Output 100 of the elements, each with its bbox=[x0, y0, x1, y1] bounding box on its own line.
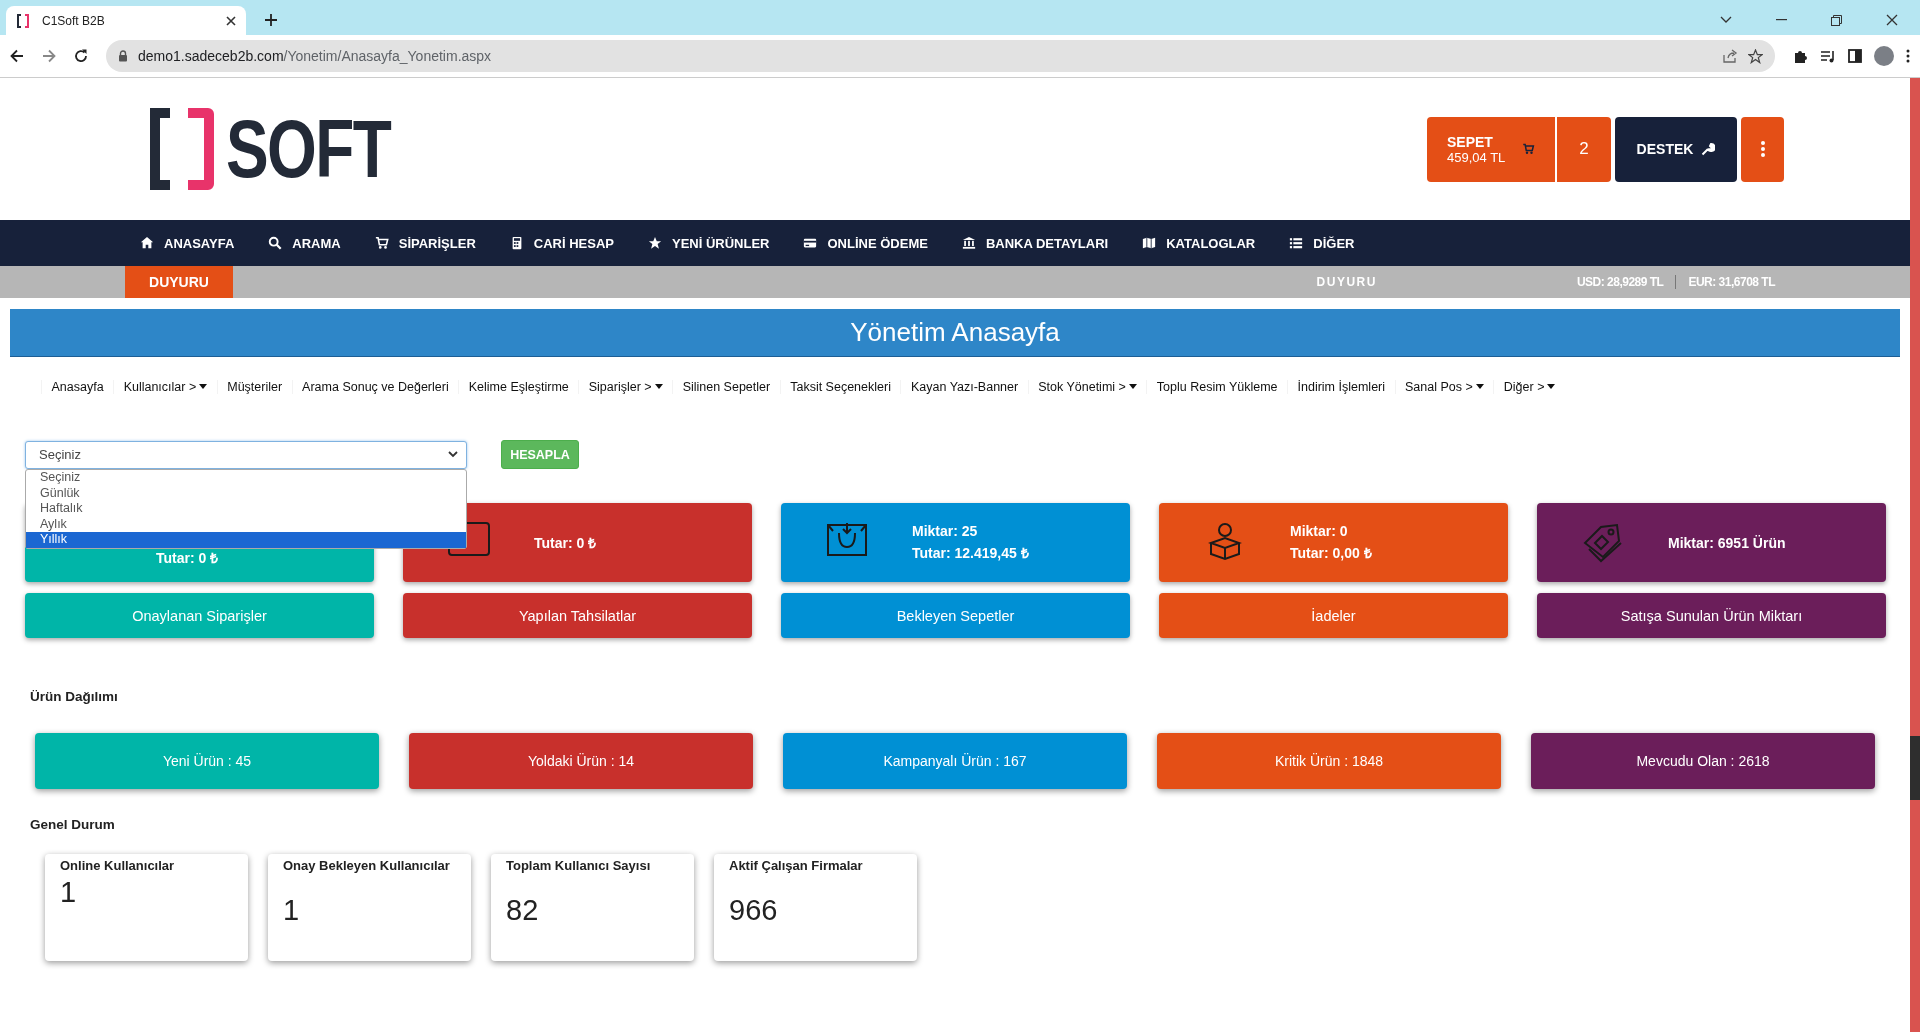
section-heading: Genel Durum bbox=[30, 817, 116, 832]
nav-item[interactable]: ONLİNE ÖDEME bbox=[803, 235, 928, 251]
stat-text: Tutar: 0 ₺ bbox=[156, 549, 219, 567]
dropdown-option[interactable]: Seçiniz bbox=[26, 470, 466, 486]
page-title: Yönetim Anasayfa bbox=[10, 309, 1900, 357]
nav-item[interactable]: BANKA DETAYLARI bbox=[961, 235, 1109, 251]
forward-icon[interactable] bbox=[42, 49, 56, 63]
search-icon bbox=[268, 236, 283, 250]
dropdown-option[interactable]: Günlük bbox=[26, 485, 466, 501]
menu-item[interactable]: Anasayfa bbox=[41, 379, 114, 394]
period-select[interactable]: Seçiniz bbox=[25, 440, 467, 469]
menu-item[interactable]: Toplu Resim Yükleme bbox=[1146, 379, 1287, 394]
browser-tab[interactable]: C1Soft B2B bbox=[6, 6, 246, 35]
menu-item[interactable]: Arama Sonuç ve Değerleri bbox=[291, 379, 459, 394]
menu-item[interactable]: Stok Yönetimi > bbox=[1027, 379, 1147, 394]
menu-item[interactable]: Siparişler > bbox=[578, 379, 673, 394]
logo-text: SOFT bbox=[226, 108, 391, 190]
chevron-icon bbox=[448, 451, 458, 458]
menu-item[interactable]: Sanal Pos > bbox=[1394, 379, 1494, 394]
nav-item[interactable]: CARİ HESAP bbox=[509, 235, 614, 251]
scrollbar[interactable] bbox=[1910, 78, 1920, 1032]
stat-text: Miktar: 25 bbox=[912, 523, 979, 539]
menu-item[interactable]: Kelime Eşleştirme bbox=[458, 379, 579, 394]
stat-caption-button[interactable]: Satışa Sunulan Ürün Miktarı bbox=[1537, 593, 1886, 638]
menu-item[interactable]: Müşteriler bbox=[216, 379, 292, 394]
more-icon bbox=[1760, 141, 1765, 157]
back-icon[interactable] bbox=[10, 49, 24, 63]
tab-title: C1Soft B2B bbox=[42, 13, 106, 28]
support-button[interactable]: DESTEK bbox=[1615, 116, 1737, 182]
address-bar[interactable]: demo1.sadeceb2b.com/Yonetim/Anasayfa_Yonetim.aspx bbox=[106, 40, 1775, 72]
star-icon bbox=[647, 236, 662, 250]
logo-icon bbox=[16, 12, 30, 29]
close-icon[interactable] bbox=[1886, 14, 1898, 26]
list-icon bbox=[1289, 236, 1304, 250]
chevron-icon[interactable] bbox=[1720, 16, 1732, 24]
usd-rate: USD: 28,9289 TL bbox=[1576, 275, 1677, 289]
status-title: Onay Bekleyen Kullanıcılar bbox=[283, 857, 451, 875]
map-icon bbox=[1142, 236, 1157, 250]
menu-item[interactable]: Diğer > bbox=[1493, 379, 1565, 394]
stat-text: Tutar: 0,00 ₺ bbox=[1290, 544, 1372, 562]
stat-caption-button[interactable]: Yapılan Tahsilatlar bbox=[403, 593, 752, 638]
url-text: demo1.sadeceb2b.com/Yonetim/Anasayfa_Yonetim.aspx bbox=[138, 48, 492, 64]
status-title: Aktif Çalışan Firmalar bbox=[729, 857, 864, 875]
star-icon[interactable] bbox=[1748, 48, 1763, 64]
status-value: 82 bbox=[506, 894, 540, 927]
status-title: Online Kullanıcılar bbox=[60, 857, 176, 875]
stat-text: Miktar: 6951 Ürün bbox=[1668, 534, 1786, 551]
status-value: 1 bbox=[60, 876, 78, 909]
avatar[interactable] bbox=[1874, 46, 1894, 66]
nav-item[interactable]: SİPARİŞLER bbox=[374, 235, 476, 251]
lock-icon bbox=[118, 50, 128, 62]
menu-item[interactable]: Kullanıcılar > bbox=[113, 379, 217, 394]
dropdown-option[interactable]: Haftalık bbox=[26, 501, 466, 517]
nav-item[interactable]: ANASAYFA bbox=[140, 235, 235, 251]
menu-icon[interactable] bbox=[1906, 49, 1910, 63]
nav-item[interactable]: YENİ ÜRÜNLER bbox=[647, 235, 770, 251]
share-icon[interactable] bbox=[1723, 49, 1738, 63]
nav-item[interactable]: DİĞER bbox=[1289, 235, 1355, 251]
eur-rate: EUR: 31,6708 TL bbox=[1687, 275, 1775, 289]
home-icon bbox=[140, 236, 154, 250]
puzzle-icon[interactable] bbox=[1793, 48, 1808, 64]
dropdown-option[interactable]: Yıllık bbox=[26, 532, 466, 548]
card-icon bbox=[803, 236, 818, 250]
section-heading: Ürün Dağılımı bbox=[30, 689, 119, 704]
cart-button[interactable]: SEPET 459,04 TL bbox=[1427, 116, 1555, 182]
menu-item[interactable]: Taksit Seçenekleri bbox=[779, 379, 901, 394]
nav-item[interactable]: ARAMA bbox=[268, 235, 341, 251]
ticker-text: DUYURU bbox=[1316, 275, 1377, 289]
logo-icon bbox=[148, 106, 216, 192]
menu-item[interactable]: Silinen Sepetler bbox=[672, 379, 780, 394]
cart-icon bbox=[374, 236, 389, 250]
sidebar-icon[interactable] bbox=[1848, 49, 1862, 63]
distribution-bar: Yoldaki Ürün : 14 bbox=[409, 733, 753, 789]
reload-icon[interactable] bbox=[74, 49, 88, 63]
stat-text: Tutar: 0 ₺ bbox=[534, 534, 597, 552]
minimize-icon[interactable] bbox=[1776, 19, 1787, 21]
bank-icon bbox=[961, 236, 976, 250]
status-title: Toplam Kullanıcı Sayısı bbox=[506, 857, 652, 875]
wrench-icon bbox=[1701, 142, 1716, 156]
stat-caption-button[interactable]: İadeler bbox=[1159, 593, 1508, 638]
more-button[interactable] bbox=[1741, 116, 1784, 182]
stat-text: Tutar: 12.419,45 ₺ bbox=[912, 544, 1029, 562]
menu-item[interactable]: İndirim İşlemleri bbox=[1287, 379, 1395, 394]
status-value: 1 bbox=[283, 894, 301, 927]
cart-count-button[interactable]: 2 bbox=[1557, 116, 1611, 182]
distribution-bar: Kritik Ürün : 1848 bbox=[1157, 733, 1501, 789]
status-value: 966 bbox=[729, 894, 779, 927]
playlist-icon[interactable] bbox=[1820, 49, 1836, 63]
close-icon[interactable] bbox=[226, 15, 236, 26]
stat-caption-button[interactable]: Bekleyen Sepetler bbox=[781, 593, 1130, 638]
stat-text: Miktar: 0 bbox=[1290, 523, 1349, 539]
nav-item[interactable]: KATALOGLAR bbox=[1142, 235, 1256, 251]
distribution-bar: Mevcudu Olan : 2618 bbox=[1531, 733, 1875, 789]
restore-icon[interactable] bbox=[1831, 14, 1842, 26]
dropdown-option[interactable]: Aylık bbox=[26, 516, 466, 532]
distribution-bar: Yeni Ürün : 45 bbox=[35, 733, 379, 789]
distribution-bar: Kampanyalı Ürün : 167 bbox=[783, 733, 1127, 789]
menu-item[interactable]: Kayan Yazı-Banner bbox=[900, 379, 1028, 394]
cart-icon bbox=[1522, 143, 1535, 155]
announcement-button[interactable]: DUYURU bbox=[125, 266, 233, 298]
